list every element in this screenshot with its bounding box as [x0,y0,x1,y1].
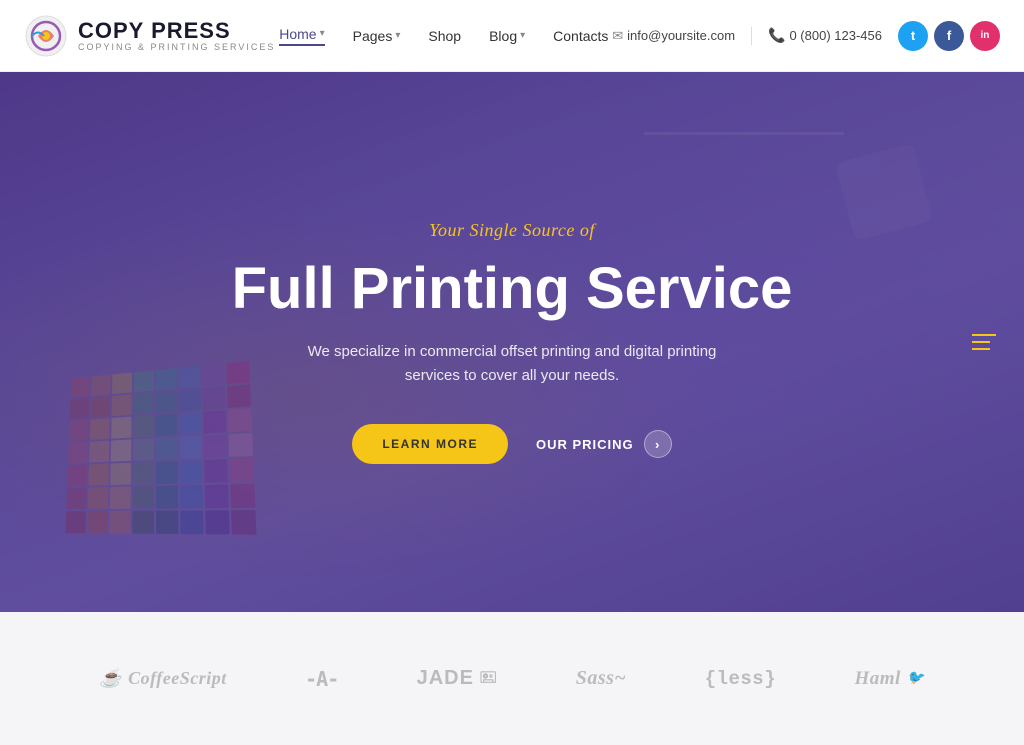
phone-number: 0 (800) 123-456 [789,28,882,43]
email-icon: ✉ [612,28,623,44]
chevron-down-icon: ▾ [395,30,400,41]
logo-title: COPY PRESS [78,20,275,42]
social-facebook[interactable]: f [934,21,964,51]
header: COPY PRESS COPYING & PRINTING SERVICES H… [0,0,1024,72]
nav-item-contacts[interactable]: Contacts [553,28,608,44]
logo-text: COPY PRESS COPYING & PRINTING SERVICES [78,20,275,52]
hero-content: Your Single Source of Full Printing Serv… [0,72,1024,612]
nav-item-blog[interactable]: Blog ▾ [489,28,525,44]
brand-less: {less} [705,668,776,690]
phone-link[interactable]: 📞 0 (800) 123-456 [768,27,882,44]
logo-icon [24,14,68,58]
our-pricing-button[interactable]: OUR PRICING › [536,430,672,458]
brand-angular: -A- [305,667,338,691]
nav-item-pages[interactable]: Pages ▾ [353,28,401,44]
coffeescript-icon: ☕ [99,668,122,689]
brand-jade: JADE🖭 [417,667,498,691]
menu-line-3 [972,348,990,350]
hero-title: Full Printing Service [232,257,793,321]
email-link[interactable]: ✉ info@yoursite.com [612,28,735,44]
chevron-down-icon: ▾ [520,30,525,41]
hero-subtitle: Your Single Source of [429,220,595,241]
brand-coffeescript: ☕ CoffeeScript [99,668,227,689]
nav-item-shop[interactable]: Shop [428,28,461,44]
social-icons: t f in [898,21,1000,51]
brands-bar: ☕ CoffeeScript -A- JADE🖭 Sass~ {less} Ha… [0,612,1024,745]
logo[interactable]: COPY PRESS COPYING & PRINTING SERVICES [24,14,275,58]
email-address: info@yoursite.com [627,28,735,43]
brand-sass: Sass~ [576,667,627,690]
pricing-label: OUR PRICING [536,437,634,452]
hero-description: We specialize in commercial offset print… [302,340,722,388]
hero-actions: LEARN MORE OUR PRICING › [352,424,671,464]
nav-item-home[interactable]: Home ▾ [279,26,324,46]
hero-section: Your Single Source of Full Printing Serv… [0,72,1024,612]
menu-line-2 [972,341,990,343]
social-instagram[interactable]: in [970,21,1000,51]
phone-icon: 📞 [768,27,785,44]
menu-toggle[interactable] [972,334,996,350]
brand-haml: Haml 🐦 [854,668,924,690]
learn-more-button[interactable]: LEARN MORE [352,424,508,464]
contact-info: ✉ info@yoursite.com 📞 0 (800) 123-456 [612,27,882,45]
social-twitter[interactable]: t [898,21,928,51]
main-nav: Home ▾ Pages ▾ Shop Blog ▾ Contacts [279,26,608,46]
menu-line-1 [972,334,996,336]
chevron-down-icon: ▾ [320,28,325,39]
pricing-arrow-icon: › [644,430,672,458]
contact-divider [751,27,752,45]
header-right: ✉ info@yoursite.com 📞 0 (800) 123-456 t … [612,21,1000,51]
logo-subtitle: COPYING & PRINTING SERVICES [78,42,275,52]
